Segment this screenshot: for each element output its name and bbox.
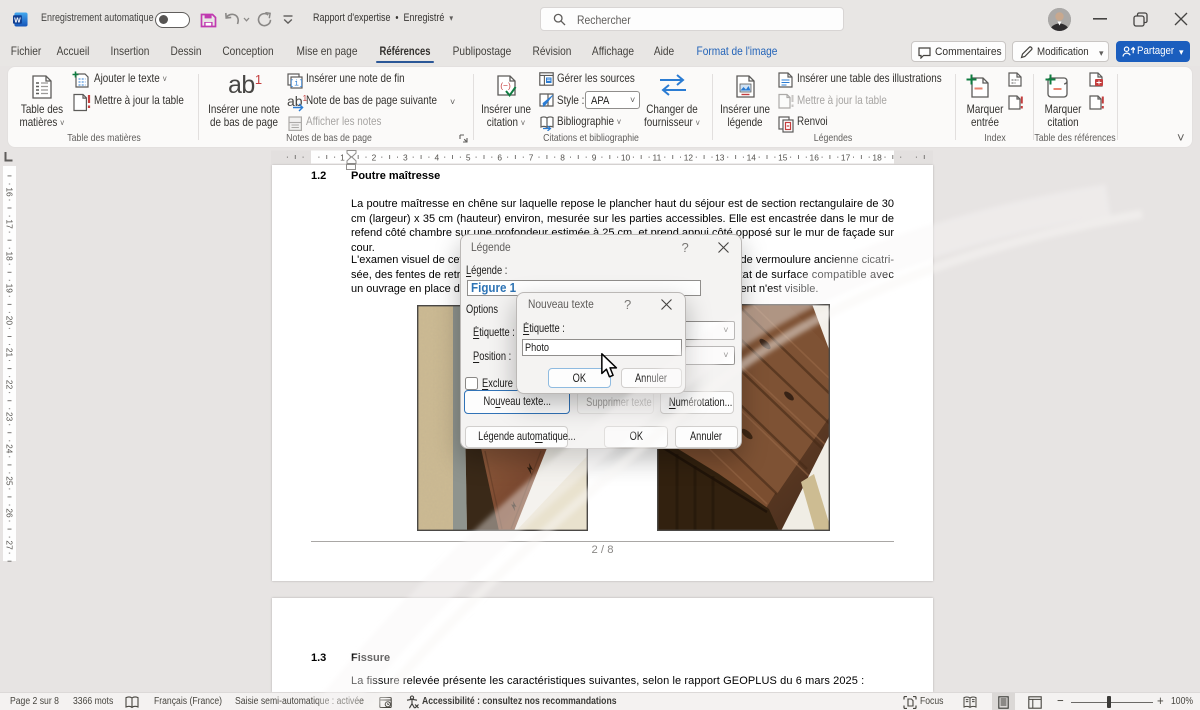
svg-text:21: 21	[5, 348, 15, 358]
svg-text:17: 17	[841, 153, 851, 163]
svg-text:15: 15	[778, 153, 788, 163]
svg-text:8: 8	[560, 153, 565, 163]
svg-text:5: 5	[466, 153, 471, 163]
svg-text:16: 16	[5, 187, 15, 197]
svg-text:20: 20	[5, 316, 15, 326]
svg-text:26: 26	[5, 508, 15, 518]
svg-text:13: 13	[715, 153, 725, 163]
svg-text:9: 9	[592, 153, 597, 163]
svg-text:18: 18	[5, 252, 15, 262]
svg-text:19: 19	[5, 284, 15, 294]
svg-text:W: W	[14, 17, 21, 24]
svg-text:12: 12	[684, 153, 694, 163]
svg-text:27: 27	[5, 540, 15, 550]
svg-text:11: 11	[653, 153, 662, 163]
svg-text:25: 25	[5, 476, 15, 486]
svg-text:6: 6	[497, 153, 502, 163]
svg-text:14: 14	[747, 153, 757, 163]
svg-text:3: 3	[403, 153, 408, 163]
svg-text:16: 16	[810, 153, 820, 163]
svg-text:17: 17	[5, 219, 15, 229]
svg-text:(−): (−)	[500, 81, 511, 91]
svg-text:24: 24	[5, 444, 15, 454]
svg-text:18: 18	[872, 153, 882, 163]
svg-text:2: 2	[372, 153, 377, 163]
svg-text:10: 10	[621, 153, 631, 163]
svg-text:22: 22	[5, 380, 15, 390]
svg-text:7: 7	[529, 153, 534, 163]
svg-text:4: 4	[434, 153, 439, 163]
svg-text:1: 1	[340, 153, 345, 163]
svg-text:[i]: [i]	[289, 80, 303, 89]
svg-text:23: 23	[5, 412, 15, 422]
